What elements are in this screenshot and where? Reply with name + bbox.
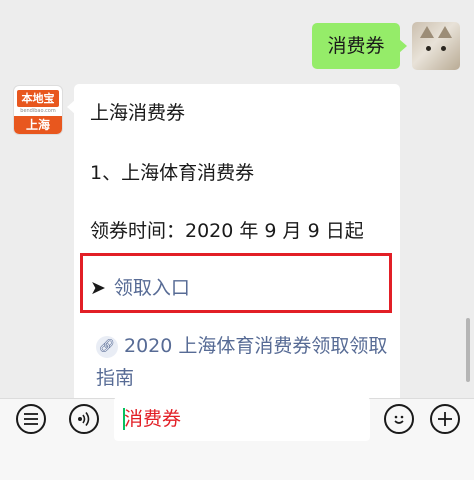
add-icon[interactable]	[430, 404, 460, 434]
logo-brand: 本地宝	[17, 90, 59, 107]
message-title: 上海消费券	[90, 102, 186, 124]
logo-city: 上海	[14, 116, 62, 134]
scrollbar[interactable]	[466, 318, 470, 382]
emoji-icon[interactable]	[384, 404, 414, 434]
cat-eye	[426, 46, 431, 51]
guide-link[interactable]: 🔗︎ 2020 上海体育消费券领取领取指南	[96, 330, 396, 394]
chat-area: 消费券 本地宝 bendibao.com 上海 上海消费券 1、上海体育消费券 …	[0, 0, 474, 398]
arrow-icon: ➤	[90, 277, 106, 299]
entry-link[interactable]: ➤ 领取入口	[90, 273, 190, 300]
link-icon: 🔗︎	[96, 336, 118, 358]
sent-message-bubble[interactable]: 消费券	[312, 23, 407, 69]
menu-icon[interactable]	[16, 404, 46, 434]
message-line: 1、上海体育消费券	[90, 162, 255, 184]
voice-icon[interactable]	[69, 404, 99, 434]
my-avatar[interactable]	[412, 22, 460, 70]
logo-subtitle: bendibao.com	[20, 108, 56, 114]
cat-ear	[420, 26, 434, 38]
entry-link-label: 领取入口	[113, 277, 190, 299]
cat-ear	[438, 26, 452, 38]
sender-avatar[interactable]: 本地宝 bendibao.com 上海	[14, 86, 62, 134]
text-caret	[123, 408, 125, 430]
guide-link-label: 2020 上海体育消费券领取领取指南	[96, 335, 388, 389]
message-line: 领券时间：2020 年 9 月 9 日起	[90, 220, 364, 242]
message-input[interactable]: 消费券	[114, 397, 370, 441]
cat-eye	[441, 46, 446, 51]
